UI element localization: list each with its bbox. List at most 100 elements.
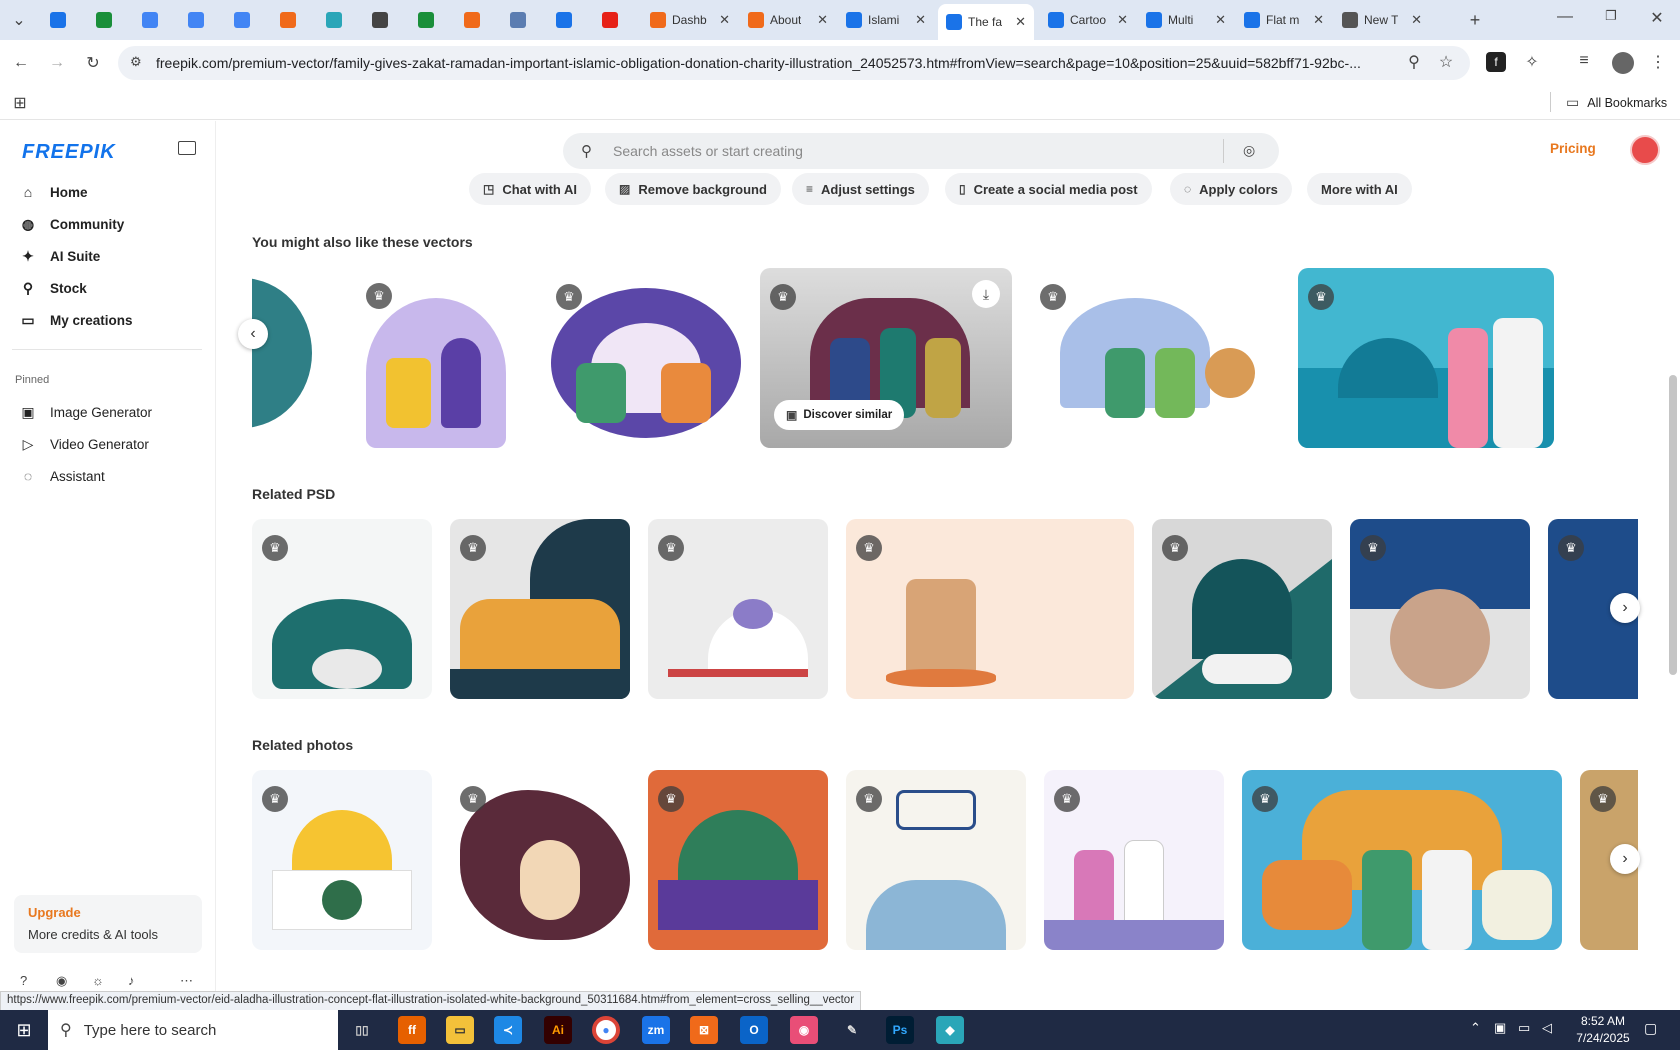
browser-tab[interactable]: Cartoo ✕ bbox=[1040, 6, 1136, 34]
sidebar-item-ai-suite[interactable]: ✦ AI Suite bbox=[20, 248, 100, 265]
clock[interactable]: 8:52 AM 7/24/2025 bbox=[1568, 1013, 1638, 1047]
vector-card[interactable]: ♛ ⤓ ▣ Discover similar bbox=[760, 268, 1012, 448]
bell-icon[interactable]: ♪ bbox=[128, 973, 135, 988]
site-info-icon[interactable]: ⚙ bbox=[130, 54, 142, 70]
photo-card[interactable]: ♛ bbox=[846, 770, 1026, 950]
tab-search-icon[interactable]: ⌄ bbox=[8, 10, 30, 30]
scrollbar-thumb[interactable] bbox=[1669, 375, 1677, 675]
app-icon[interactable]: ◆ bbox=[936, 1016, 964, 1044]
photo-card[interactable]: ♛ bbox=[252, 770, 432, 950]
pricing-link[interactable]: Pricing bbox=[1550, 141, 1596, 156]
ai-chip-remove-background[interactable]: ▨ Remove background bbox=[605, 173, 781, 205]
tray-chevron-icon[interactable]: ⌃ bbox=[1470, 1020, 1481, 1036]
tab-close-icon[interactable]: ✕ bbox=[817, 12, 828, 28]
restore-button[interactable]: ❐ bbox=[1600, 8, 1622, 24]
photo-card[interactable]: ♛ bbox=[1044, 770, 1224, 950]
back-icon[interactable]: ← bbox=[10, 52, 32, 74]
photo-card[interactable]: ♛ bbox=[648, 770, 828, 950]
search-input[interactable]: ⚲ Search assets or start creating ◎ bbox=[563, 133, 1279, 169]
xampp-icon[interactable]: ⊠ bbox=[690, 1016, 718, 1044]
zoom-app-icon[interactable]: zm bbox=[642, 1016, 670, 1044]
browser-tab[interactable] bbox=[594, 6, 634, 34]
ai-chip-create-a-social-media-post[interactable]: ▯ Create a social media post bbox=[945, 173, 1152, 205]
sidebar-item-my-creations[interactable]: ▭ My creations bbox=[20, 312, 132, 329]
paint-icon[interactable]: ◉ bbox=[790, 1016, 818, 1044]
collapse-sidebar-icon[interactable] bbox=[178, 141, 196, 155]
taskbar-search[interactable]: ⚲ Type here to search bbox=[48, 1010, 338, 1050]
reload-icon[interactable]: ↻ bbox=[82, 52, 104, 74]
volume-icon[interactable]: ◁ bbox=[1542, 1020, 1552, 1036]
psd-card[interactable]: ♛ bbox=[1350, 519, 1530, 699]
browser-tab[interactable]: New T ✕ bbox=[1334, 6, 1430, 34]
more-icon[interactable]: ⋯ bbox=[180, 973, 193, 989]
browser-tab[interactable]: Islami ✕ bbox=[838, 6, 934, 34]
sidebar-item-assistant[interactable]: ◌ Assistant bbox=[20, 468, 105, 484]
pen-icon[interactable]: ✎ bbox=[838, 1016, 866, 1044]
browser-tab[interactable] bbox=[272, 6, 312, 34]
task-view-icon[interactable]: ▯▯ bbox=[348, 1016, 376, 1044]
media-icon[interactable]: ≡ bbox=[1574, 52, 1594, 70]
discover-similar-button[interactable]: ▣ Discover similar bbox=[774, 400, 905, 430]
psd-card[interactable]: ♛ bbox=[846, 519, 1134, 699]
tab-close-icon[interactable]: ✕ bbox=[915, 12, 926, 28]
camera-icon[interactable]: ◎ bbox=[1243, 142, 1255, 159]
scrollbar[interactable] bbox=[1666, 121, 1680, 1001]
browser-tab[interactable] bbox=[410, 6, 450, 34]
browser-tab[interactable] bbox=[180, 6, 220, 34]
theme-icon[interactable]: ☼ bbox=[92, 973, 104, 988]
file-explorer-icon[interactable]: ▭ bbox=[446, 1016, 474, 1044]
photo-card[interactable]: ♛ bbox=[1242, 770, 1562, 950]
browser-tab[interactable] bbox=[502, 6, 542, 34]
ai-chip-adjust-settings[interactable]: ≡ Adjust settings bbox=[792, 173, 929, 205]
photo-card[interactable]: ♛ bbox=[450, 770, 630, 950]
sidebar-item-community[interactable]: ◍ Community bbox=[20, 216, 124, 233]
menu-dots-icon[interactable]: ⋮ bbox=[1648, 52, 1668, 72]
browser-tab[interactable]: The fa ✕ bbox=[938, 4, 1034, 40]
minimize-button[interactable]: — bbox=[1554, 8, 1576, 26]
carousel-prev-button[interactable]: ‹ bbox=[238, 319, 268, 349]
new-tab-button[interactable]: + bbox=[1464, 8, 1486, 32]
browser-tab[interactable]: Dashb ✕ bbox=[642, 6, 738, 34]
ai-chip-chat-with-ai[interactable]: ◳ Chat with AI bbox=[469, 173, 591, 205]
ai-chip-apply-colors[interactable]: ◌ Apply colors bbox=[1170, 173, 1292, 205]
vector-card[interactable]: ♛ bbox=[546, 268, 746, 448]
browser-tab[interactable] bbox=[226, 6, 266, 34]
psd-card[interactable]: ♛ bbox=[1152, 519, 1332, 699]
chrome-icon[interactable]: ● bbox=[592, 1016, 620, 1044]
sidebar-item-home[interactable]: ⌂ Home bbox=[20, 184, 88, 200]
all-bookmarks[interactable]: ▭ All Bookmarks bbox=[1566, 94, 1667, 111]
psd-card[interactable]: ♛ bbox=[450, 519, 630, 699]
apps-grid-icon[interactable]: ⊞ bbox=[10, 93, 30, 113]
url-field[interactable]: ⚙ freepik.com/premium-vector/family-give… bbox=[118, 46, 1470, 80]
browser-tab[interactable] bbox=[456, 6, 496, 34]
forward-icon[interactable]: → bbox=[46, 52, 68, 74]
upgrade-card[interactable]: Upgrade More credits & AI tools bbox=[14, 895, 202, 953]
photos-next-button[interactable]: › bbox=[1610, 844, 1640, 874]
browser-tab[interactable] bbox=[134, 6, 174, 34]
ai-chip-more-with-ai[interactable]: More with AI bbox=[1307, 173, 1412, 205]
tab-close-icon[interactable]: ✕ bbox=[1015, 14, 1026, 30]
vector-card[interactable]: ♛ bbox=[1298, 268, 1554, 448]
tab-close-icon[interactable]: ✕ bbox=[1215, 12, 1226, 28]
tab-close-icon[interactable]: ✕ bbox=[719, 12, 730, 28]
sidebar-item-image-generator[interactable]: ▣ Image Generator bbox=[20, 404, 152, 421]
zoom-icon[interactable]: ⚲ bbox=[1404, 52, 1424, 72]
tray-app-icon[interactable]: ▣ bbox=[1494, 1020, 1506, 1036]
sidebar-item-stock[interactable]: ⚲ Stock bbox=[20, 280, 87, 297]
network-icon[interactable]: ▭ bbox=[1518, 1020, 1530, 1036]
browser-tab[interactable]: Multi ✕ bbox=[1138, 6, 1234, 34]
vscode-icon[interactable]: ≺ bbox=[494, 1016, 522, 1044]
freepik-logo[interactable]: FREEPIK bbox=[22, 141, 116, 164]
psd-next-button[interactable]: › bbox=[1610, 593, 1640, 623]
vector-card[interactable]: ♛ bbox=[1030, 268, 1280, 448]
outlook-icon[interactable]: O bbox=[740, 1016, 768, 1044]
browser-tab[interactable]: About ✕ bbox=[740, 6, 836, 34]
sidebar-item-video-generator[interactable]: ▷ Video Generator bbox=[20, 436, 149, 453]
browser-tab[interactable] bbox=[42, 6, 82, 34]
illustrator-icon[interactable]: Ai bbox=[544, 1016, 572, 1044]
windows-start-icon[interactable]: ⊞ bbox=[12, 1018, 36, 1042]
vector-card[interactable]: ♛ bbox=[356, 268, 526, 448]
browser-tab[interactable] bbox=[548, 6, 588, 34]
psd-card[interactable]: ♛ bbox=[648, 519, 828, 699]
tab-close-icon[interactable]: ✕ bbox=[1313, 12, 1324, 28]
